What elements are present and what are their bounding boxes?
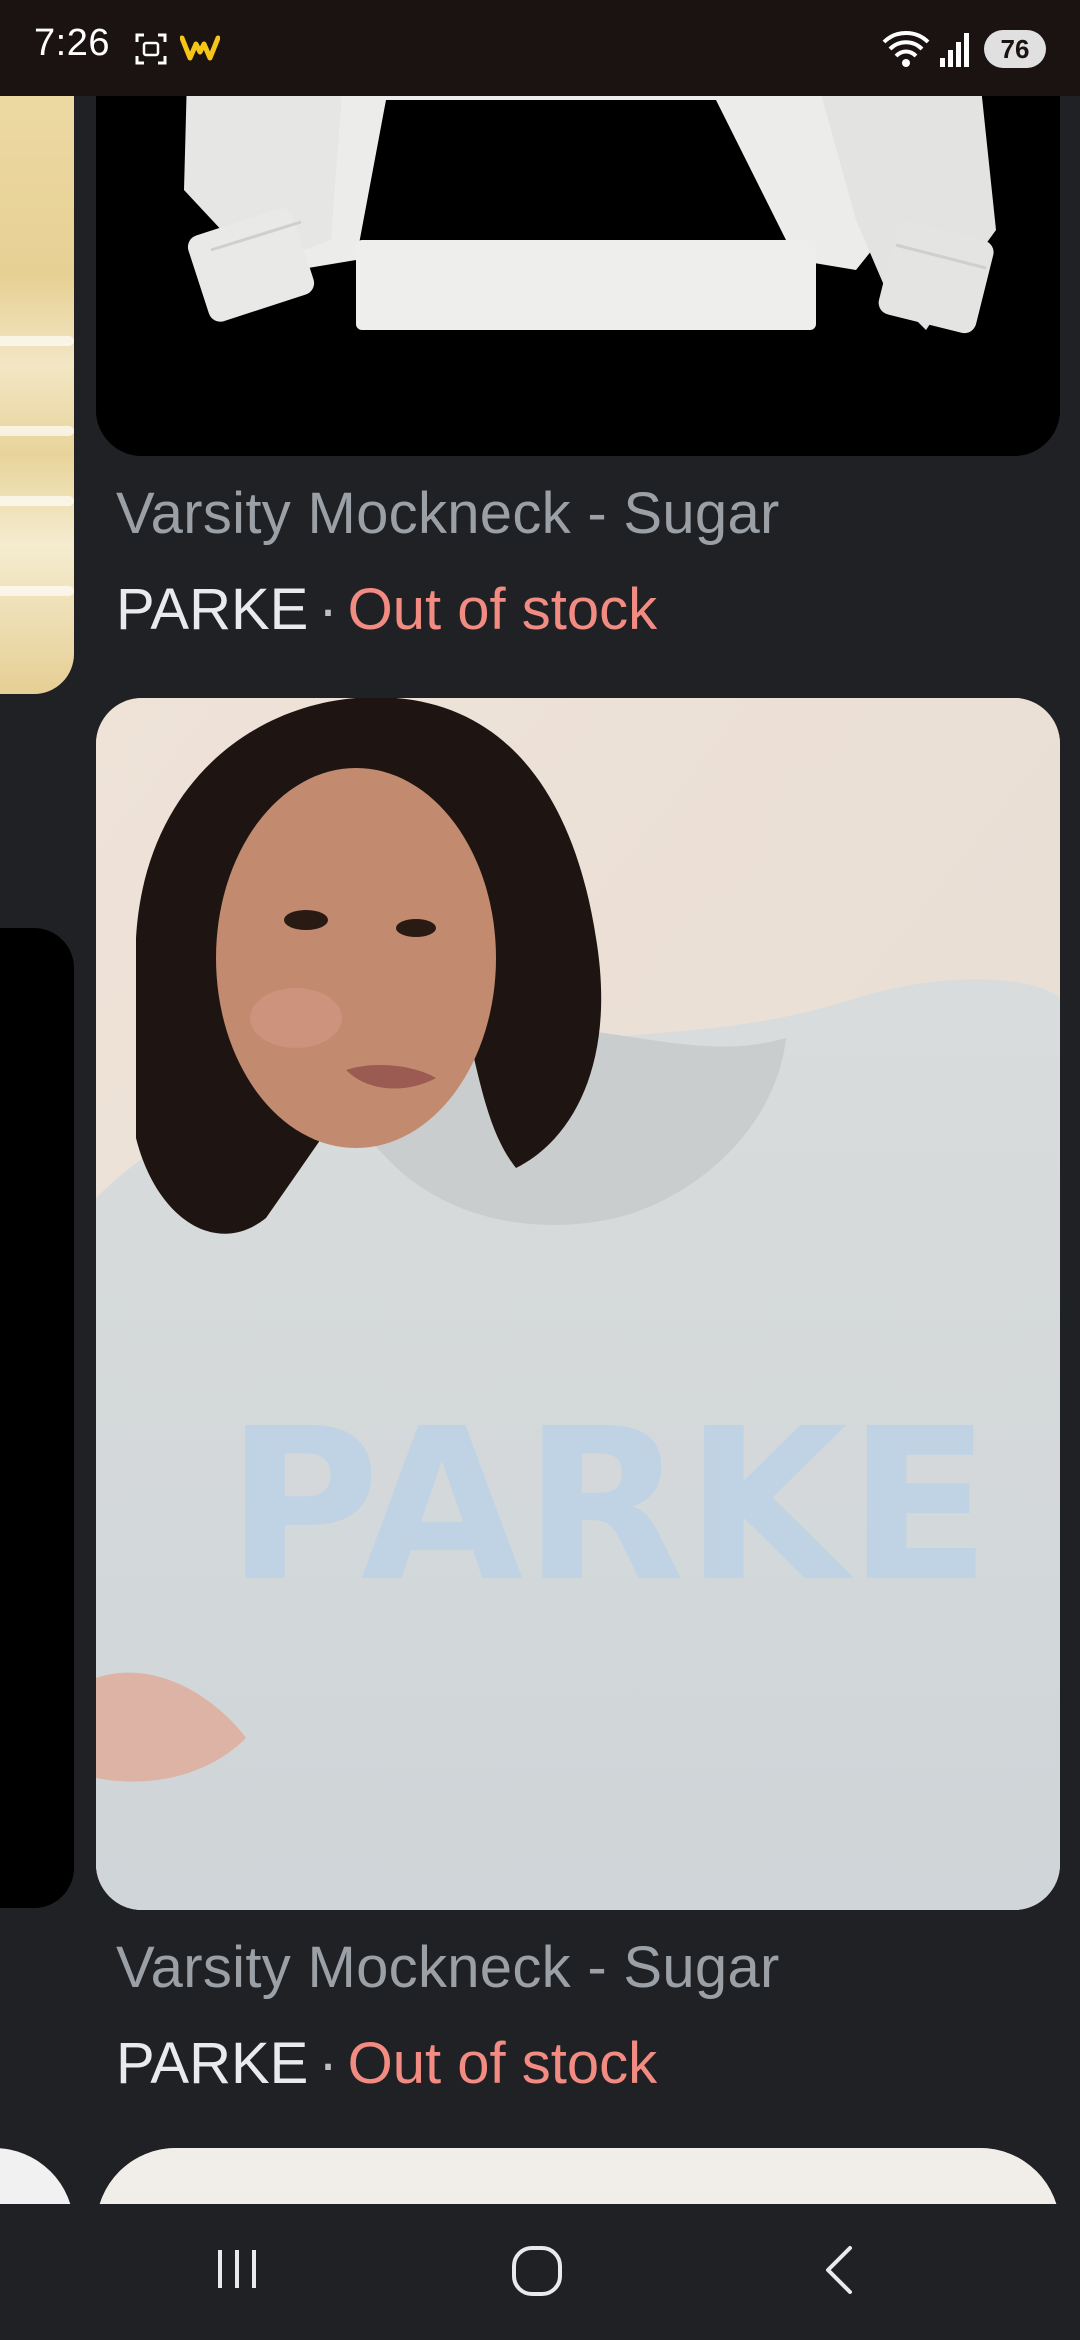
status-bar: 7:26 76: [0, 0, 1080, 96]
model-photo-illustration: PARKE: [96, 698, 1060, 1910]
separator: ·: [318, 577, 338, 642]
screen: Varsity Mockneck - Sugar PARKE · Out of st…: [0, 0, 1080, 2340]
recents-icon[interactable]: [212, 2244, 262, 2294]
stock-status: Out of stock: [347, 577, 658, 642]
stock-status: Out of stock: [347, 2031, 658, 2096]
battery-indicator: 76: [984, 30, 1046, 68]
product-meta: PARKE · Out of stock: [116, 576, 657, 643]
back-icon[interactable]: [820, 2244, 860, 2296]
product-title[interactable]: Varsity Mockneck - Sugar: [116, 480, 780, 547]
product-brand: PARKE: [116, 2031, 309, 2096]
partial-product-image-left-top[interactable]: [0, 96, 74, 694]
status-time: 7:26: [34, 22, 110, 64]
product-image-sweater-flat[interactable]: [96, 40, 1060, 456]
sweater-print-text: PARKE: [226, 1383, 991, 1628]
partial-product-image-left-middle[interactable]: [0, 928, 74, 1908]
ruffle-decoration: [0, 496, 74, 506]
product-title[interactable]: Varsity Mockneck - Sugar: [116, 1934, 780, 2001]
separator: ·: [318, 2031, 338, 2096]
ruffle-decoration: [0, 586, 74, 596]
product-meta: PARKE · Out of stock: [116, 2030, 657, 2097]
sweater-illustration: [96, 40, 1060, 456]
product-image-model-wearing-sweater[interactable]: PARKE: [96, 698, 1060, 1910]
navigation-bar: [0, 2204, 1080, 2340]
screenshot-icon: [135, 33, 167, 65]
home-icon[interactable]: [508, 2242, 566, 2300]
ruffle-decoration: [0, 336, 74, 346]
signal-icon: [940, 33, 969, 67]
wifi-icon: [882, 31, 930, 67]
product-brand: PARKE: [116, 577, 309, 642]
app-notification-icon: [180, 35, 220, 61]
ruffle-decoration: [0, 426, 74, 436]
